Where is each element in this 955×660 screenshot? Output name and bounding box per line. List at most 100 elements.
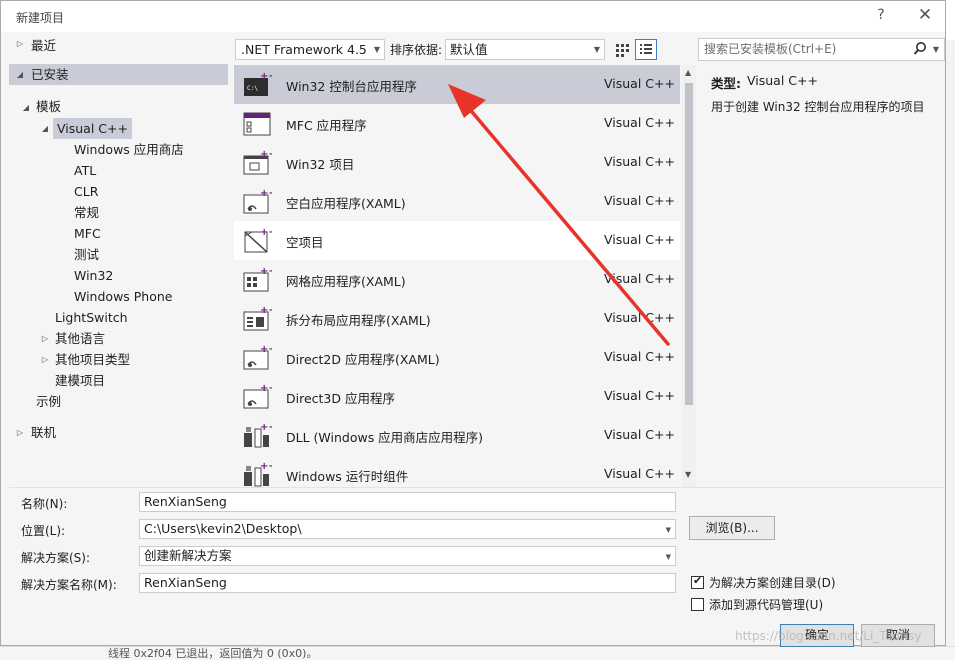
watermark: https://blog.csdn.net/Li_Tuorisy	[735, 629, 922, 643]
template-name: Windows 运行时组件	[286, 469, 409, 484]
scroll-down-icon[interactable]: ▼	[685, 470, 691, 479]
search-input[interactable]: 搜索已安装模板(Ctrl+E) ▼	[698, 38, 945, 61]
svg-text:++: ++	[260, 344, 272, 355]
template-name: 空项目	[286, 235, 324, 250]
template-name: 拆分布局应用程序(XAML)	[286, 313, 431, 328]
checkbox-box[interactable]: ✔	[691, 574, 704, 589]
template-language: Visual C++	[604, 466, 675, 481]
grid-view-button[interactable]	[611, 39, 633, 60]
tree-item-test[interactable]: 测试	[74, 244, 99, 265]
name-label: 名称(N):	[21, 497, 68, 511]
background-editor-right	[946, 40, 955, 646]
template-row[interactable]: ++ Direct3D 应用程序 Visual C++	[234, 377, 680, 416]
tree-item-windows-store[interactable]: Windows 应用商店	[74, 139, 184, 160]
close-button[interactable]: ✕	[915, 5, 935, 25]
direct3d-app-icon: ++	[242, 382, 277, 410]
tree-item-templates[interactable]: 模板	[36, 96, 61, 117]
tree-item-windows-phone[interactable]: Windows Phone	[74, 286, 173, 307]
location-input-value: C:\Users\kevin2\Desktop\	[144, 521, 302, 536]
create-directory-checkbox[interactable]: ✔ 为解决方案创建目录(D)	[691, 574, 836, 591]
empty-project-icon: ++	[242, 226, 277, 254]
tree-item-visual-cpp[interactable]: Visual C++	[53, 118, 132, 139]
chevron-down-icon: ▼	[593, 45, 600, 54]
svg-text:++: ++	[260, 149, 272, 160]
form-divider	[9, 487, 945, 488]
chevron-down-icon[interactable]: ▼	[666, 521, 671, 539]
name-input[interactable]: RenXianSeng	[139, 492, 676, 512]
location-input[interactable]: C:\Users\kevin2\Desktop\ ▼	[139, 519, 676, 539]
sort-select[interactable]: 默认值 ▼	[445, 39, 605, 60]
template-name: 空白应用程序(XAML)	[286, 196, 406, 211]
template-language: Visual C++	[604, 388, 675, 403]
expand-other-languages-icon[interactable]: ▷	[40, 334, 50, 343]
tree-item-clr[interactable]: CLR	[74, 181, 98, 202]
checkmark-icon: ✔	[693, 574, 703, 587]
tree-item-online[interactable]: 联机	[31, 422, 56, 443]
template-name: Direct2D 应用程序(XAML)	[286, 352, 440, 367]
template-list-scrollbar[interactable]: ▲ ▼	[682, 65, 696, 487]
tree-item-atl[interactable]: ATL	[74, 160, 96, 181]
collapse-templates-icon[interactable]: ◢	[21, 103, 31, 112]
collapse-visual-cpp-icon[interactable]: ◢	[40, 124, 50, 133]
info-type-label: 类型:	[711, 76, 741, 91]
chevron-down-icon: ▼	[373, 45, 380, 54]
template-language: Visual C++	[604, 349, 675, 364]
solution-name-input-value: RenXianSeng	[144, 575, 227, 590]
title-bar: 新建项目 ? ✕	[1, 1, 945, 32]
svg-text:++: ++	[260, 266, 272, 277]
template-tree: ▷ 最近 ◢ 已安装 ◢ 模板 ◢ Visual C++ Windows 应用商…	[9, 33, 229, 487]
tree-item-installed[interactable]: ◢ 已安装	[9, 64, 228, 85]
template-row[interactable]: ++ DLL (Windows 应用商店应用程序) Visual C++	[234, 416, 680, 455]
output-text: 线程 0x2f04 已退出，返回值为 0 (0x0)。	[108, 647, 318, 660]
expand-other-project-types-icon[interactable]: ▷	[40, 355, 50, 364]
svg-text:++: ++	[260, 461, 272, 472]
template-name: 网格应用程序(XAML)	[286, 274, 406, 289]
template-language: Visual C++	[604, 427, 675, 442]
mfc-app-icon	[242, 109, 272, 137]
create-directory-label: 为解决方案创建目录(D)	[709, 576, 836, 590]
scroll-up-icon[interactable]: ▲	[685, 68, 691, 77]
template-row[interactable]: ++ Windows 运行时组件 Visual C++	[234, 455, 680, 487]
expand-online-icon[interactable]: ▷	[15, 428, 25, 437]
help-button[interactable]: ?	[873, 7, 889, 23]
template-name: Win32 控制台应用程序	[286, 79, 417, 94]
sort-label: 排序依据:	[390, 43, 443, 57]
chevron-down-icon[interactable]: ▼	[933, 39, 939, 60]
list-view-button[interactable]	[635, 39, 657, 60]
search-placeholder: 搜索已安装模板(Ctrl+E)	[704, 42, 837, 56]
template-name: Win32 项目	[286, 157, 355, 172]
info-description: 用于创建 Win32 控制台应用程序的项目	[711, 100, 925, 114]
solution-name-input[interactable]: RenXianSeng	[139, 573, 676, 593]
tree-item-other-project-types[interactable]: 其他项目类型	[55, 349, 130, 370]
tree-item-mfc[interactable]: MFC	[74, 223, 101, 244]
svg-text:++: ++	[260, 71, 272, 82]
tree-item-lightswitch[interactable]: LightSwitch	[55, 307, 128, 328]
tree-item-win32[interactable]: Win32	[74, 265, 113, 286]
scroll-thumb[interactable]	[685, 83, 693, 405]
chevron-down-icon[interactable]: ▼	[666, 548, 671, 566]
info-type-value: Visual C++	[747, 73, 818, 88]
tree-item-general[interactable]: 常规	[74, 202, 99, 223]
source-control-checkbox[interactable]: 添加到源代码管理(U)	[691, 596, 823, 613]
list-view-icon	[640, 44, 652, 54]
template-name: DLL (Windows 应用商店应用程序)	[286, 430, 484, 445]
solution-select[interactable]: 创建新解决方案 ▼	[139, 546, 676, 566]
tree-item-recent[interactable]: 最近	[31, 35, 56, 56]
framework-select[interactable]: .NET Framework 4.5 ▼	[235, 39, 385, 60]
direct2d-app-icon: ++	[242, 343, 277, 371]
sort-select-value: 默认值	[450, 42, 488, 57]
tree-item-installed-label: 已安装	[31, 67, 69, 82]
location-label: 位置(L):	[21, 524, 66, 538]
expand-recent-icon[interactable]: ▷	[15, 39, 25, 48]
browse-button[interactable]: 浏览(B)...	[689, 516, 775, 540]
search-icon[interactable]	[913, 41, 927, 57]
solution-name-label: 解决方案名称(M):	[21, 578, 117, 592]
collapse-installed-icon[interactable]: ◢	[15, 64, 25, 85]
svg-text:C:\: C:\	[247, 85, 258, 92]
winrt-component-icon: ++	[242, 460, 277, 487]
checkbox-box[interactable]	[691, 598, 704, 611]
tree-item-samples[interactable]: 示例	[36, 391, 61, 412]
tree-item-modeling-projects[interactable]: 建模项目	[55, 370, 105, 391]
tree-item-other-languages[interactable]: 其他语言	[55, 328, 105, 349]
blank-xaml-app-icon: ++	[242, 187, 277, 215]
